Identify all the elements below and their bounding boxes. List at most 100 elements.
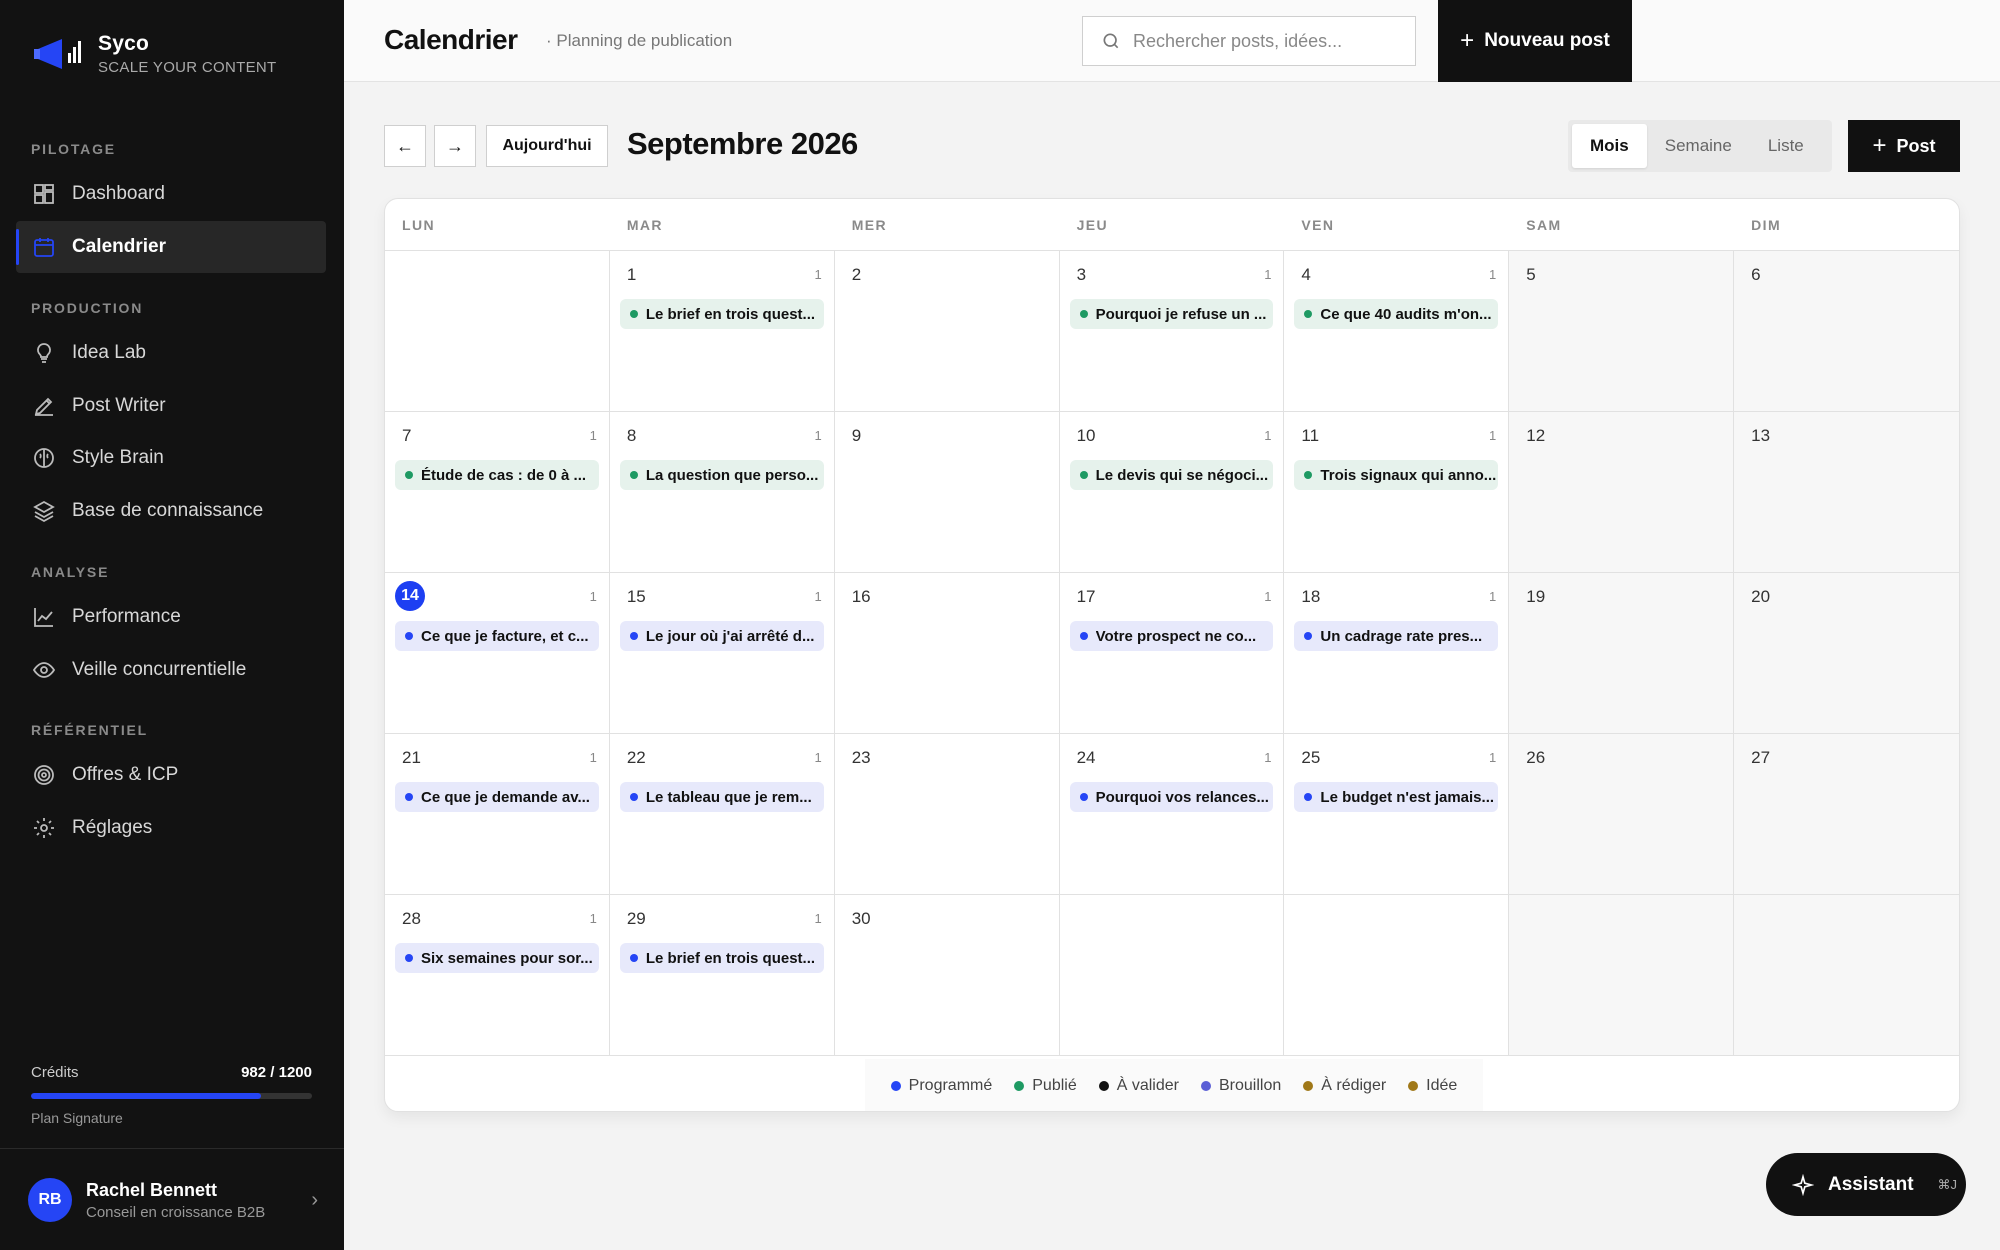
status-dot [629,471,638,479]
sidebar-item-veille-concurrentielle[interactable]: Veille concurrentielle [16,644,326,696]
user-profile[interactable]: RB Rachel Bennett Conseil en croissance … [28,1178,318,1222]
post-chip[interactable]: Un cadrage rate pres... [1294,621,1499,651]
calendar-day-cell[interactable]: 10 1 Le devis qui se négoci... [1059,412,1285,573]
day-number: 16 [851,587,871,606]
post-title: Ce que 40 audits m'on... [1320,305,1492,323]
calendar-day-cell[interactable]: 3 1 Pourquoi je refuse un ... [1059,251,1285,412]
sidebar-item-label: Dashboard [72,183,165,204]
post-chip[interactable]: Votre prospect ne co... [1069,621,1274,651]
calendar-day-cell[interactable]: 19 [1509,573,1735,734]
day-number: 29 [626,909,646,928]
brand-name: Syco [98,32,149,55]
calendar-day-cell[interactable]: 28 1 Six semaines pour sor... [385,895,610,1056]
dashboard-icon [34,184,54,204]
view-tab-liste[interactable]: Liste [1750,124,1822,168]
day-number: 25 [1301,748,1321,767]
sidebar-item-performance[interactable]: Performance [16,591,326,643]
calendar-day-cell[interactable]: 30 [834,895,1060,1056]
calendar-day-cell[interactable]: 24 1 Pourquoi vos relances... [1059,734,1285,895]
sidebar-item-style-brain[interactable]: Style Brain [16,432,326,484]
sidebar-item-calendrier[interactable]: Calendrier [16,221,326,273]
calendar-day-cell[interactable]: 5 [1509,251,1735,412]
legend-label: Idée [1426,1076,1458,1094]
post-chip[interactable]: Le devis qui se négoci... [1069,460,1274,490]
calendar-day-cell[interactable]: 26 [1509,734,1735,895]
avatar: RB [28,1178,72,1222]
calendar-day-cell[interactable]: 13 [1734,412,1959,573]
calendar-day-cell[interactable]: 20 [1734,573,1959,734]
add-post-button[interactable]: + Post [1848,120,1960,172]
calendar-day-cell[interactable]: 6 [1734,251,1959,412]
status-dot [405,471,413,479]
calendar-day-cell[interactable]: 2 [834,251,1060,412]
post-chip[interactable]: Pourquoi je refuse un ... [1069,299,1274,329]
post-chip[interactable]: Étude de cas : de 0 à ... [395,460,599,490]
sidebar-item-label: Idea Lab [72,342,146,363]
calendar-day-cell[interactable]: 17 1 Votre prospect ne co... [1059,573,1285,734]
calendar-day-cell[interactable]: 25 1 Le budget n'est jamais... [1284,734,1510,895]
new-post-button[interactable]: + Nouveau post [1438,0,1632,82]
sidebar-item-idea-lab[interactable]: Idea Lab [16,327,326,379]
calendar-day-cell[interactable] [1059,895,1285,1056]
lightbulb-icon [37,343,51,363]
calendar-day-cell[interactable]: 4 1 Ce que 40 audits m'on... [1284,251,1510,412]
calendar-day-cell[interactable]: 11 1 Trois signaux qui anno... [1284,412,1510,573]
calendar-day-cell[interactable]: 23 [834,734,1060,895]
calendar-day-cell[interactable]: 12 [1509,412,1735,573]
calendar-day-cell[interactable]: 7 1 Étude de cas : de 0 à ... [385,412,610,573]
calendar-day-cell[interactable] [1284,895,1510,1056]
sidebar-item-reglages[interactable]: Réglages [16,802,326,854]
post-count: 1 [814,750,822,765]
sidebar-item-post-writer[interactable]: Post Writer [16,380,326,432]
page-title: Calendrier [384,24,518,55]
calendar-day-cell[interactable] [385,251,610,412]
calendar-day-cell[interactable]: 14 1 Ce que je facture, et c... [385,573,610,734]
next-month-button[interactable]: → [434,125,476,167]
calendar-day-cell[interactable]: 29 1 Le brief en trois quest... [609,895,835,1056]
post-chip[interactable]: Le brief en trois quest... [619,943,824,973]
sidebar-item-base-de-connaissance[interactable]: Base de connaissance [16,485,326,537]
post-chip[interactable]: Le tableau que je rem... [619,782,824,812]
post-chip[interactable]: Ce que 40 audits m'on... [1294,299,1499,329]
calendar-day-cell[interactable]: 9 [834,412,1060,573]
post-chip[interactable]: La question que perso... [619,460,824,490]
legend-label: Publié [1032,1076,1077,1094]
sidebar-item-offres-icp[interactable]: Offres & ICP [16,749,326,801]
post-chip[interactable]: Pourquoi vos relances... [1069,782,1274,812]
post-chip[interactable]: Trois signaux qui anno... [1294,460,1499,490]
post-count: 1 [1264,589,1272,604]
weekday-label: JEU [1076,217,1108,233]
sidebar-item-dashboard[interactable]: Dashboard [16,168,326,220]
calendar-day-cell[interactable]: 15 1 Le jour où j'ai arrêté d... [609,573,835,734]
post-count: 1 [589,911,597,926]
post-chip[interactable]: Le brief en trois quest... [619,299,824,329]
calendar-day-cell[interactable]: 16 [834,573,1060,734]
post-chip[interactable]: Six semaines pour sor... [395,943,599,973]
assistant-label: Assistant [1828,1173,1914,1195]
calendar-day-cell[interactable]: 18 1 Un cadrage rate pres... [1284,573,1510,734]
search-box[interactable] [1082,16,1416,66]
post-count: 1 [1489,589,1497,604]
assistant-button[interactable]: Assistant ⌘J [1766,1153,1966,1216]
post-title: Le brief en trois quest... [645,305,816,323]
post-chip[interactable]: Le budget n'est jamais... [1294,782,1499,812]
post-chip[interactable]: Ce que je facture, et c... [395,621,599,651]
post-chip[interactable]: Ce que je demande av... [395,782,599,812]
calendar-day-cell[interactable]: 21 1 Ce que je demande av... [385,734,610,895]
calendar-day-cell[interactable]: 22 1 Le tableau que je rem... [609,734,835,895]
calendar-day-cell[interactable]: 8 1 La question que perso... [609,412,835,573]
search-input[interactable] [1133,30,1393,52]
calendar-day-cell[interactable] [1509,895,1735,1056]
view-tab-semaine[interactable]: Semaine [1647,124,1750,168]
sidebar-item-label: Base de connaissance [72,500,264,521]
calendar-day-cell[interactable] [1734,895,1959,1056]
post-title: Six semaines pour sor... [421,949,593,967]
prev-month-button[interactable]: ← [384,125,426,167]
calendar-day-cell[interactable]: 27 [1734,734,1959,895]
post-title: La question que perso... [645,466,819,484]
post-chip[interactable]: Le jour où j'ai arrêté d... [619,621,824,651]
calendar-day-cell[interactable]: 1 1 Le brief en trois quest... [609,251,835,412]
today-button[interactable]: Aujourd'hui [486,125,608,167]
view-tab-mois[interactable]: Mois [1572,124,1647,168]
brand[interactable]: Syco SCALE YOUR CONTENT [32,32,277,76]
